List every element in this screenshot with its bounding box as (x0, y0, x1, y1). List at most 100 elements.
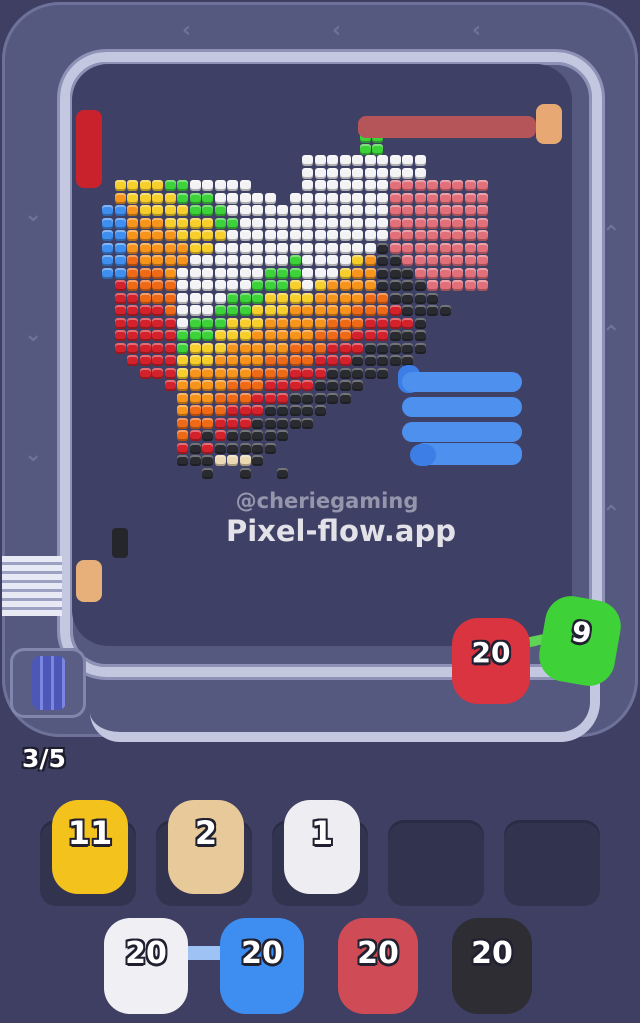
pixel-block (402, 180, 413, 191)
pixel-block (364, 367, 376, 379)
pixel-block (352, 330, 363, 341)
pixel-block (239, 205, 251, 216)
pixel-block (302, 392, 313, 404)
pixel-block (114, 217, 126, 229)
pixel-block (339, 217, 351, 229)
pixel-block (389, 192, 401, 204)
pixel-block (360, 144, 371, 155)
pixel-block (239, 467, 251, 479)
pixel-block (352, 317, 363, 329)
pixel-block (202, 330, 213, 341)
pixel-block (189, 292, 201, 304)
pixel-block (477, 242, 488, 254)
pixel-block (152, 242, 163, 254)
pixel-block (264, 292, 276, 304)
pixel-block (402, 242, 413, 254)
slot-shooter-yellow[interactable]: 11 (52, 800, 128, 894)
pixel-block (239, 180, 251, 191)
pixel-block (389, 255, 401, 266)
pixel-block (239, 442, 251, 454)
pixel-block (377, 180, 388, 191)
pixel-block (389, 267, 401, 279)
pixel-block (102, 217, 113, 229)
pixel-block (402, 155, 413, 166)
pixel-block (377, 342, 388, 354)
pixel-block (439, 230, 451, 241)
pixel-block (252, 330, 263, 341)
pixel-block (277, 380, 288, 391)
pixel-block (239, 455, 251, 466)
pixel-block (177, 455, 188, 466)
pixel-block (277, 355, 288, 366)
blue-snake-head (410, 444, 436, 466)
pixel-block (127, 355, 138, 366)
slot-5[interactable] (504, 820, 600, 906)
pixel-block (189, 242, 201, 254)
pixel-block (114, 342, 126, 354)
pixel-block (227, 255, 238, 266)
pixel-block (202, 280, 213, 291)
spool-stack (2, 556, 62, 616)
pixel-block (439, 305, 451, 316)
queue-shooter-blue[interactable]: 20 (220, 918, 304, 1014)
pixel-block (377, 242, 388, 254)
pixel-block (352, 242, 363, 254)
slot-4[interactable] (388, 820, 484, 906)
queue-shooter-black[interactable]: 20 (452, 918, 532, 1014)
pixel-block (189, 267, 201, 279)
pixel-block (352, 205, 363, 216)
pixel-block (114, 180, 126, 191)
conveyor-shooter-red[interactable]: 20 (452, 618, 530, 704)
pixel-block (377, 280, 388, 291)
pixel-block (164, 267, 176, 279)
pixel-block (339, 380, 351, 391)
pixel-block (139, 292, 151, 304)
queue-shooter-white[interactable]: 20 (104, 918, 188, 1014)
pixel-block (227, 417, 238, 429)
pixel-block (202, 342, 213, 354)
slot-shooter-white[interactable]: 1 (284, 800, 360, 894)
pixel-block (214, 305, 226, 316)
pixel-block (414, 342, 426, 354)
pixel-block (227, 367, 238, 379)
shooter-count: 20 (125, 936, 167, 971)
pixel-block (414, 155, 426, 166)
pixel-block (352, 217, 363, 229)
pixel-block (427, 205, 438, 216)
pixel-block (452, 205, 463, 216)
pixel-block (239, 367, 251, 379)
pixel-block (139, 342, 151, 354)
pixel-block (214, 217, 226, 229)
pixel-block (239, 330, 251, 341)
pixel-block (352, 367, 363, 379)
pixel-block (252, 430, 263, 441)
pixel-block (289, 317, 301, 329)
pixel-block (164, 342, 176, 354)
pixel-block (264, 230, 276, 241)
pixel-block (339, 342, 351, 354)
pixel-block (352, 380, 363, 391)
spool-depot[interactable] (10, 648, 86, 718)
pixel-block (277, 242, 288, 254)
slot-shooter-cream[interactable]: 2 (168, 800, 244, 894)
pixel-block (364, 292, 376, 304)
pixel-block (214, 417, 226, 429)
pixel-block (214, 192, 226, 204)
level-progress: 3/5 (22, 744, 66, 773)
blue-snake-segment (402, 372, 522, 392)
pixel-block (252, 267, 263, 279)
pixel-block (202, 392, 213, 404)
pixel-block (189, 305, 201, 316)
queue-shooter-red[interactable]: 20 (338, 918, 418, 1014)
pixel-block (102, 267, 113, 279)
pixel-block (239, 267, 251, 279)
pixel-block (327, 167, 338, 179)
shooter-count: 1 (310, 814, 334, 852)
pixel-block (189, 380, 201, 391)
pixel-block (264, 255, 276, 266)
pixel-block (239, 380, 251, 391)
pixel-block (414, 267, 426, 279)
pixel-block (227, 317, 238, 329)
pixel-block (364, 280, 376, 291)
pixel-block (364, 155, 376, 166)
